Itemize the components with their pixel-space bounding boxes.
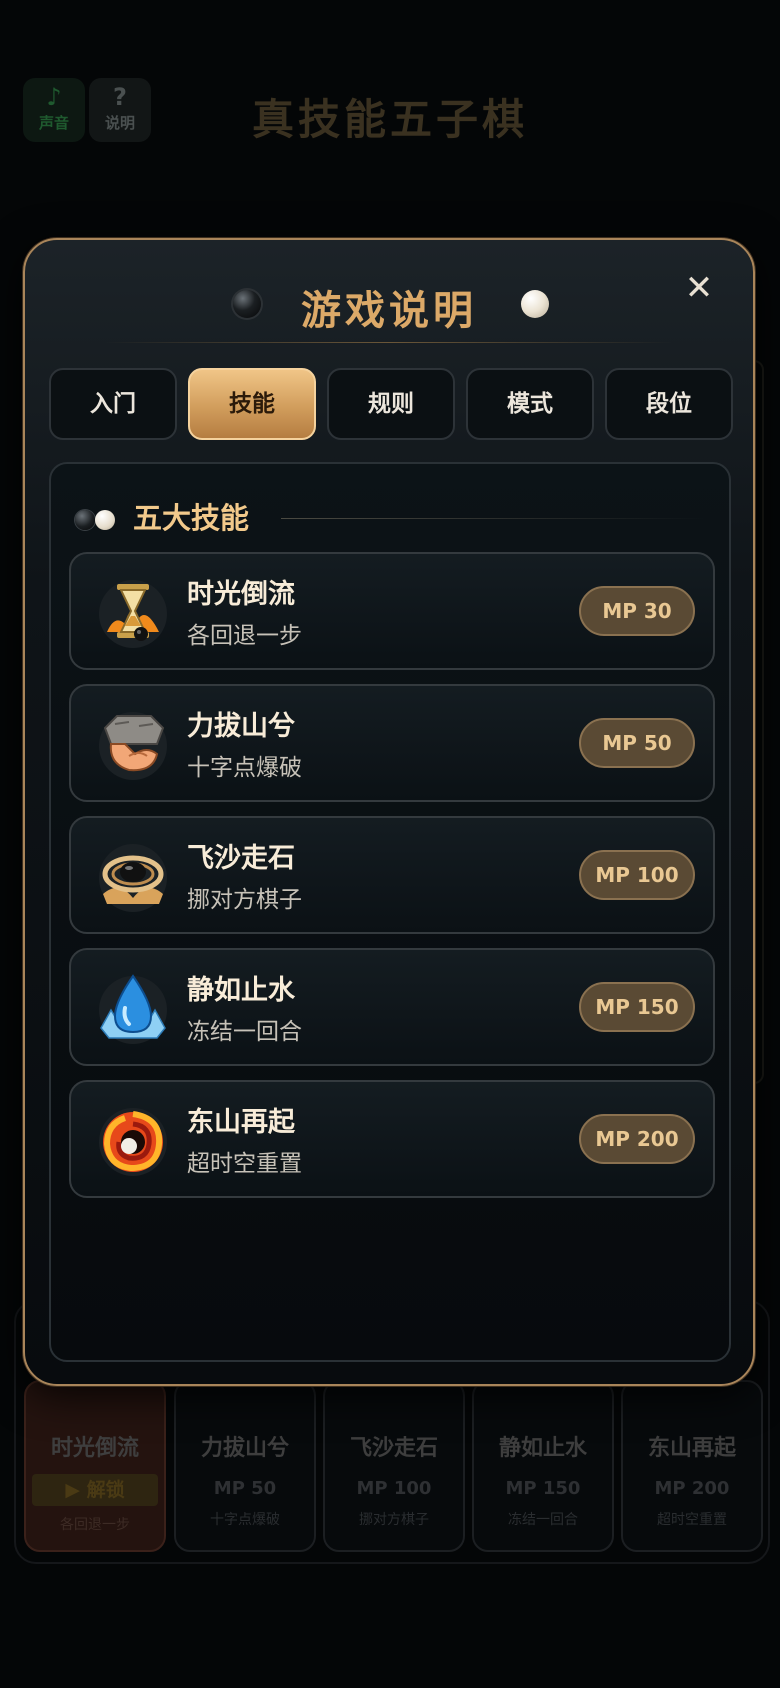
mp-cost-badge: MP 50 <box>579 718 695 768</box>
skill-description: 冻结一回合 <box>187 1019 302 1045</box>
modal-header: 游戏说明 <box>25 272 753 336</box>
tab-modes[interactable]: 模式 <box>466 368 594 440</box>
bg-skill-desc: 挪对方棋子 <box>359 1512 429 1528</box>
water-drop-icon <box>99 974 167 1044</box>
skill-item: 东山再起 超时空重置 MP 200 <box>69 1080 715 1198</box>
bg-skill-card[interactable]: 静如止水 MP 150 冻结一回合 <box>472 1380 614 1552</box>
bg-skill-card[interactable]: 东山再起 MP 200 超时空重置 <box>621 1380 763 1552</box>
skill-item: 时光倒流 各回退一步 MP 30 <box>69 552 715 670</box>
mp-cost-badge: MP 150 <box>579 982 695 1032</box>
section-title: 五大技能 <box>133 501 250 535</box>
white-stone-icon <box>521 290 549 318</box>
skill-name: 东山再起 <box>187 1107 295 1138</box>
close-icon[interactable]: ✕ <box>681 270 717 306</box>
bg-skill-name: 飞沙走石 <box>349 1436 438 1461</box>
whirlwind-stone-icon <box>99 844 167 912</box>
bg-skill-desc: 超时空重置 <box>657 1512 727 1528</box>
skill-name: 静如止水 <box>187 975 295 1006</box>
modal-title: 游戏说明 <box>301 287 477 334</box>
bg-skill-name: 时光倒流 <box>50 1436 139 1461</box>
bg-skill-name: 东山再起 <box>647 1436 736 1461</box>
mp-cost-badge: MP 100 <box>579 850 695 900</box>
bg-skill-mp: MP 100 <box>356 1478 432 1499</box>
skill-name: 时光倒流 <box>187 579 295 610</box>
instructions-modal: 游戏说明 ✕ 入门 技能 规则 模式 段位 五大技能 时光倒流 各回退一步 MP… <box>23 238 755 1386</box>
bg-skill-mp: MP 200 <box>654 1478 730 1499</box>
bg-skill-name: 力拔山兮 <box>200 1436 289 1461</box>
hourglass-icon <box>99 580 167 648</box>
skill-item: 静如止水 冻结一回合 MP 150 <box>69 948 715 1066</box>
skill-item: 力拔山兮 十字点爆破 MP 50 <box>69 684 715 802</box>
bg-skill-mp: MP 50 <box>213 1478 277 1499</box>
skill-name: 力拔山兮 <box>187 711 295 742</box>
strong-arm-rock-icon <box>99 712 167 780</box>
bg-skill-desc: 冻结一回合 <box>508 1512 578 1528</box>
game-title: 真技能五子棋 <box>251 95 528 144</box>
tab-skills[interactable]: 技能 <box>188 368 316 440</box>
bg-skill-card[interactable]: 力拔山兮 MP 50 十字点爆破 <box>174 1380 316 1552</box>
skill-description: 挪对方棋子 <box>187 887 302 913</box>
bg-skill-card[interactable]: 时光倒流 ▶ 解锁 各回退一步 <box>24 1380 166 1552</box>
white-stone-icon <box>95 510 115 530</box>
section-divider <box>281 518 705 519</box>
skill-description: 各回退一步 <box>187 623 302 649</box>
bg-skill-desc: 各回退一步 <box>60 1517 130 1533</box>
header-divider <box>105 342 673 343</box>
skills-panel: 五大技能 时光倒流 各回退一步 MP 30 力拔山兮 十字点爆破 MP 50 飞… <box>49 462 731 1362</box>
tab-rules[interactable]: 规则 <box>327 368 455 440</box>
tab-intro[interactable]: 入门 <box>49 368 177 440</box>
section-header: 五大技能 <box>75 498 705 538</box>
tab-ranks[interactable]: 段位 <box>605 368 733 440</box>
bg-skill-card[interactable]: 飞沙走石 MP 100 挪对方棋子 <box>323 1380 465 1552</box>
mp-cost-badge: MP 30 <box>579 586 695 636</box>
fire-vortex-icon <box>99 1108 167 1176</box>
skill-name: 飞沙走石 <box>187 843 295 874</box>
bg-skill-mp: MP 150 <box>505 1478 581 1499</box>
skill-description: 十字点爆破 <box>187 755 302 781</box>
skill-item: 飞沙走石 挪对方棋子 MP 100 <box>69 816 715 934</box>
mp-cost-badge: MP 200 <box>579 1114 695 1164</box>
unlock-button[interactable]: ▶ 解锁 <box>32 1474 158 1506</box>
bg-skill-name: 静如止水 <box>498 1436 587 1461</box>
tab-bar: 入门 技能 规则 模式 段位 <box>49 368 735 442</box>
black-stone-icon <box>75 510 95 530</box>
bg-skill-desc: 十字点爆破 <box>210 1512 280 1528</box>
skill-description: 超时空重置 <box>187 1151 302 1177</box>
